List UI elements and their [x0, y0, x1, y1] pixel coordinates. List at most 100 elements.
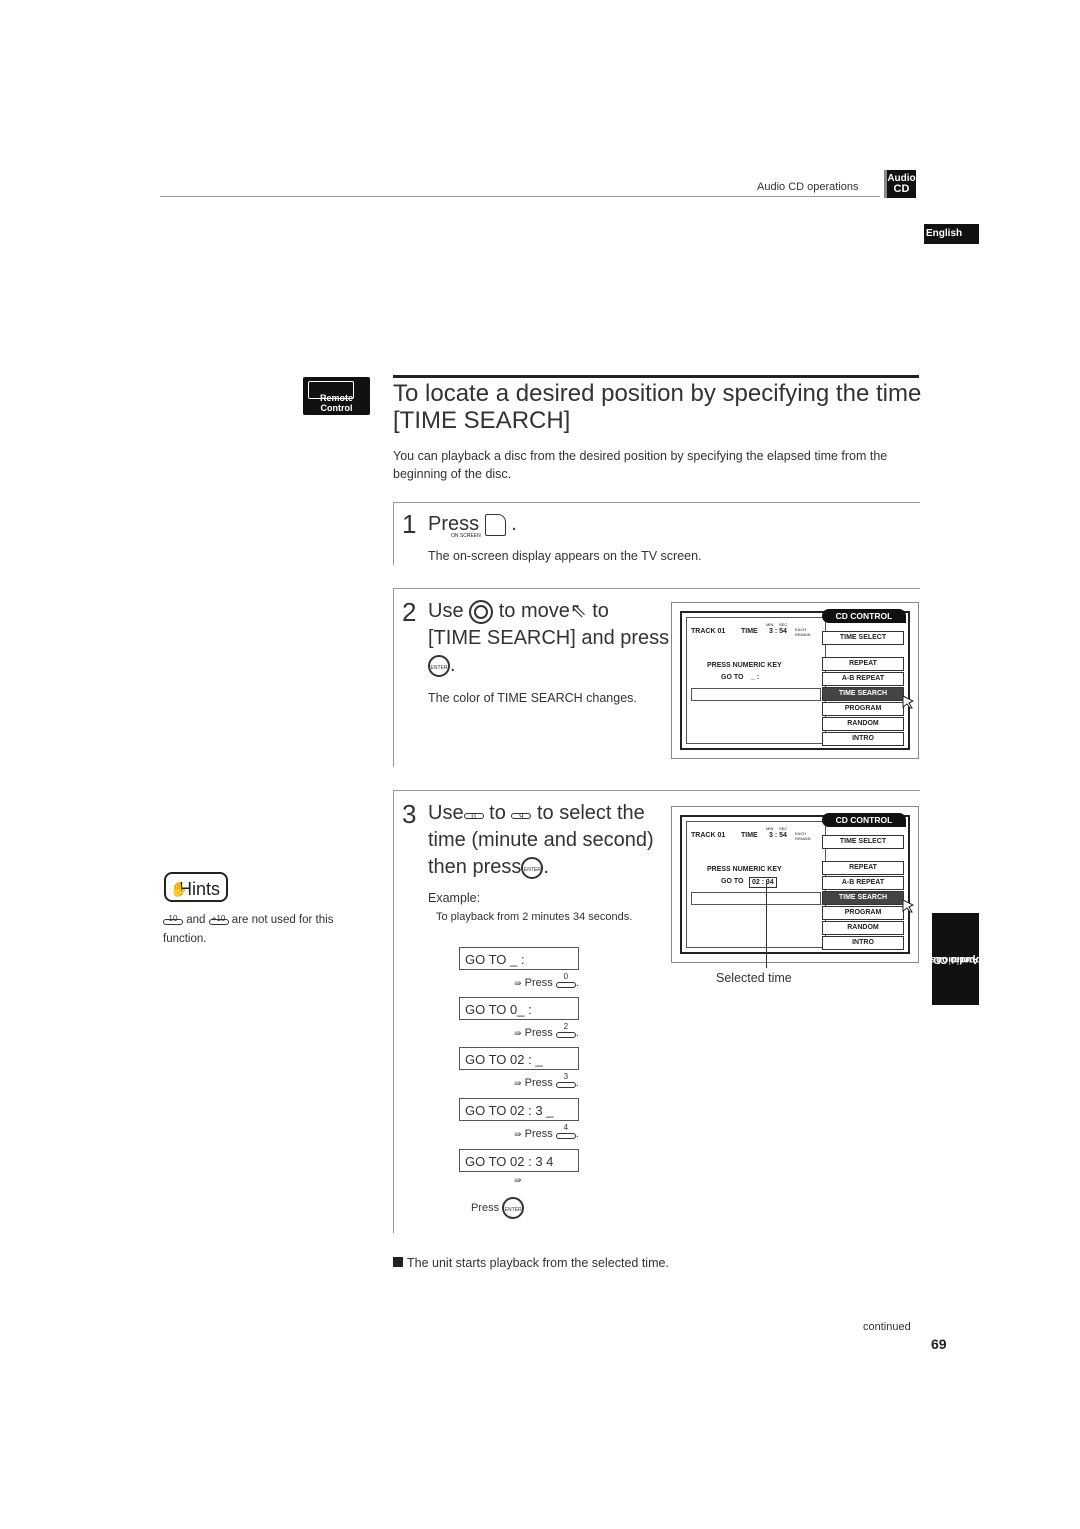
- menu-time-search[interactable]: TIME SEARCH: [822, 891, 904, 905]
- goto-display-4: GO TO 02 : 3 _: [459, 1098, 579, 1121]
- menu-intro[interactable]: INTRO: [822, 732, 904, 746]
- step-1-note: The on-screen display appears on the TV …: [428, 549, 702, 563]
- result-text: The unit starts playback from the select…: [393, 1256, 669, 1270]
- osd-track: TRACK 01: [691, 832, 726, 839]
- osd-track: TRACK 01: [691, 628, 726, 635]
- osd-goto-value: _ :: [751, 674, 760, 681]
- press-step-3: ⇛ Press 3.: [514, 1072, 579, 1089]
- press-step-4: ⇛ Press 4.: [514, 1123, 579, 1140]
- step-3-tail: to select the: [536, 802, 645, 824]
- menu-ab-repeat[interactable]: A-B REPEAT: [822, 876, 904, 890]
- numeric-key-9-icon: 9: [511, 809, 532, 821]
- numeric-key-icon: 0: [555, 972, 576, 989]
- hand-icon: ✋: [170, 881, 188, 897]
- numeric-key-0-icon: 0: [463, 809, 484, 821]
- osd-sec: SEC: [779, 622, 788, 627]
- on-screen-label: ON SCREEN: [451, 533, 481, 539]
- goto-display-2: GO TO 0_ :: [459, 997, 579, 1020]
- remote-control-icon: Remote Control: [303, 377, 370, 415]
- osd-sec: SEC: [779, 826, 788, 831]
- press-text: Press: [428, 513, 480, 535]
- osd-goto: GO TO: [721, 674, 744, 681]
- to-text: to: [489, 802, 506, 824]
- intro-text: You can playback a disc from the desired…: [393, 449, 888, 481]
- goto-display-5: GO TO 02 : 3 4: [459, 1149, 579, 1172]
- osd-input-field: [691, 688, 821, 701]
- page-title: To locate a desired position by specifyi…: [393, 380, 923, 434]
- menu-repeat[interactable]: REPEAT: [822, 861, 904, 875]
- menu-repeat[interactable]: REPEAT: [822, 657, 904, 671]
- osd-screen-2: TRACK 01 TIME MIN SEC 3 : 54 EACH REMAIN…: [671, 806, 919, 963]
- on-screen-button-icon: [484, 513, 506, 536]
- step-number: 3: [402, 799, 417, 829]
- hints-text: 10 and +10 are not used for this functio…: [163, 911, 343, 949]
- title-line2: [TIME SEARCH]: [393, 407, 571, 434]
- numeric-key-icon: 4: [555, 1123, 576, 1140]
- step-3-line3: then press: [428, 856, 522, 878]
- result-body: The unit starts playback from the select…: [407, 1256, 669, 1270]
- osd-press-key: PRESS NUMERIC KEY: [707, 866, 782, 873]
- osd-time-label: TIME: [741, 832, 758, 839]
- pointer-cursor-icon: [902, 899, 914, 913]
- osd-goto: GO TO: [721, 878, 744, 885]
- audio-cd-badge: Audio CD: [884, 170, 916, 198]
- title-rule: [393, 375, 919, 378]
- step-2-note: The color of TIME SEARCH changes.: [428, 691, 637, 705]
- use-text: Use: [428, 600, 464, 622]
- bullet-square-icon: [393, 1257, 403, 1267]
- goto-display-1: GO TO _ :: [459, 947, 579, 970]
- step-number: 2: [402, 597, 417, 627]
- key-10-icon: 10: [163, 914, 183, 925]
- menu-intro[interactable]: INTRO: [822, 936, 904, 950]
- osd-time-label: TIME: [741, 628, 758, 635]
- page-number: 69: [931, 1336, 947, 1352]
- osd-time-value: 3 : 54: [769, 832, 787, 839]
- key-plus10-icon: +10: [208, 914, 229, 925]
- goto-display-3: GO TO 02 : _: [459, 1047, 579, 1070]
- menu-random[interactable]: RANDOM: [822, 717, 904, 731]
- osd-min: MIN: [766, 826, 774, 831]
- osd-press-key: PRESS NUMERIC KEY: [707, 662, 782, 669]
- menu-time-search[interactable]: TIME SEARCH: [822, 687, 904, 701]
- final-press: Press ENTER: [471, 1197, 525, 1219]
- hints-badge: ✋ Hints: [164, 872, 228, 902]
- side-tab-audio-cd: Audio CD operations: [929, 913, 982, 1005]
- side-tab-line2: operations: [929, 954, 982, 965]
- cursor-dial-icon: [469, 599, 494, 624]
- header-rule: [160, 196, 880, 197]
- osd-remain: REMAIN: [795, 632, 811, 637]
- example-label: Example:: [428, 891, 481, 905]
- menu-program[interactable]: PROGRAM: [822, 906, 904, 920]
- enter-button-icon: ENTER: [521, 856, 544, 879]
- step-2-line2: [TIME SEARCH] and press: [428, 627, 670, 649]
- menu-time-select[interactable]: TIME SELECT: [822, 631, 904, 645]
- pointer-arrow-icon: ⇖: [569, 600, 587, 622]
- arrow-icon: ⇛: [514, 1175, 522, 1185]
- menu-ab-repeat[interactable]: A-B REPEAT: [822, 672, 904, 686]
- title-line1: To locate a desired position by specifyi…: [393, 380, 922, 407]
- menu-program[interactable]: PROGRAM: [822, 702, 904, 716]
- numeric-key-icon: 3: [555, 1072, 576, 1089]
- example-text: To playback from 2 minutes 34 seconds.: [436, 911, 633, 923]
- menu-time-select[interactable]: TIME SELECT: [822, 835, 904, 849]
- osd-info-panel: TRACK 01 TIME MIN SEC 3 : 54 EACH REMAIN…: [686, 617, 826, 744]
- press-step-1: ⇛ Press 0.: [514, 972, 579, 989]
- remote-label: Remote Control: [319, 393, 353, 413]
- step-3-instruction: Use 0 to 9 to select the time (minute and…: [428, 800, 698, 881]
- enter-button-icon: ENTER: [502, 1197, 525, 1219]
- step-3-line2: time (minute and second): [428, 829, 654, 851]
- to-move-text: to move: [498, 600, 570, 622]
- press-step-2: ⇛ Press 2.: [514, 1022, 579, 1039]
- section-label: Audio CD operations: [757, 181, 859, 193]
- osd-info-panel: TRACK 01 TIME MIN SEC 3 : 54 EACH REMAIN…: [686, 821, 826, 948]
- language-badge: English: [924, 224, 979, 244]
- osd-remain: REMAIN: [795, 836, 811, 841]
- osd-screen-1: TRACK 01 TIME MIN SEC 3 : 54 EACH REMAIN…: [671, 602, 919, 759]
- continued-label: continued: [863, 1321, 911, 1333]
- menu-random[interactable]: RANDOM: [822, 921, 904, 935]
- selected-time-label: Selected time: [716, 971, 792, 985]
- to-text: to: [592, 600, 609, 622]
- step-number: 1: [402, 509, 417, 539]
- enter-button-icon: ENTER: [428, 654, 450, 677]
- step-2-instruction: Use to move⇖ to [TIME SEARCH] and press …: [428, 598, 688, 679]
